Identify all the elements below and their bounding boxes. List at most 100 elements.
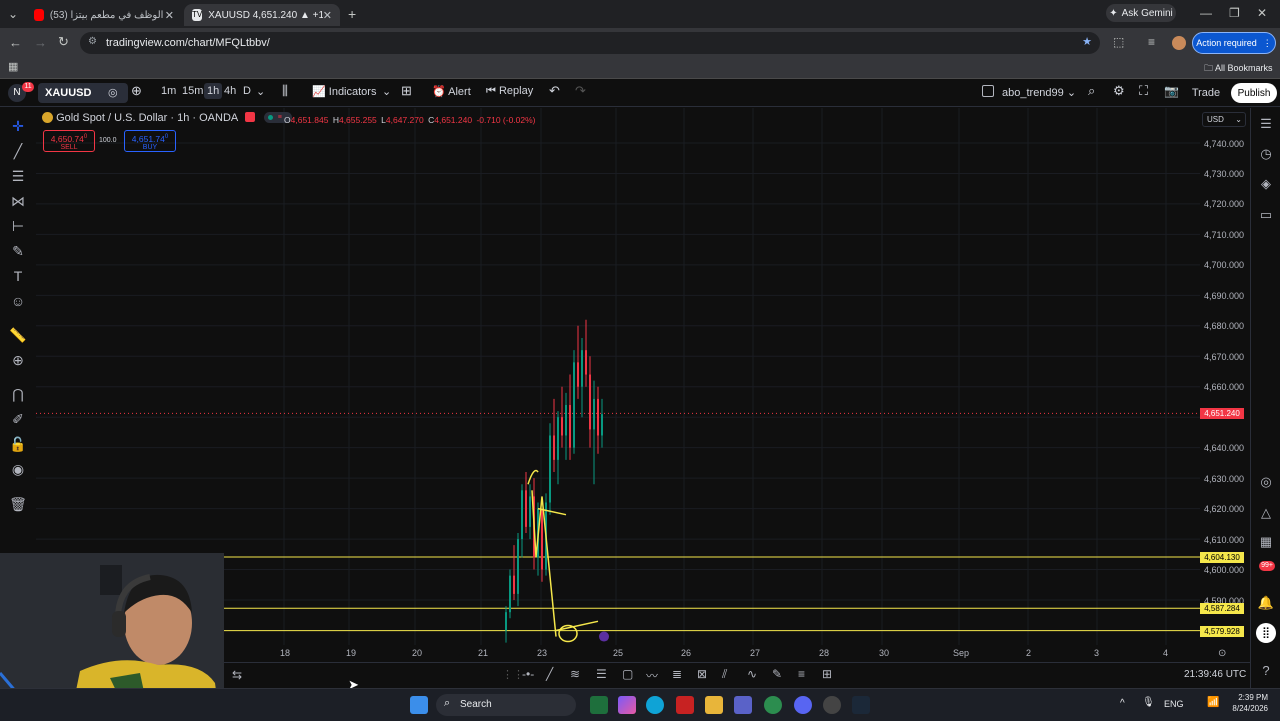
windows-start-icon[interactable]: [410, 696, 428, 714]
horizontal-line-icon[interactable]: ☰: [596, 667, 607, 681]
profile-avatar[interactable]: [1172, 36, 1186, 50]
interval-1h[interactable]: 1h: [204, 83, 223, 99]
triangle-icon[interactable]: △: [1256, 503, 1276, 523]
media-icon[interactable]: ≡: [1148, 35, 1155, 49]
text-icon[interactable]: T: [8, 266, 28, 286]
bell-icon[interactable]: 🔔: [1256, 593, 1276, 613]
axis-settings-icon[interactable]: ⊙: [1218, 648, 1226, 659]
pattern-icon[interactable]: ∿: [747, 667, 757, 681]
eye-icon[interactable]: ◉: [8, 459, 28, 479]
currency-select[interactable]: USD ⌄: [1202, 112, 1246, 127]
interval-15m[interactable]: 15m: [182, 85, 203, 97]
buy-button[interactable]: 4,651.740 BUY: [124, 130, 176, 152]
pattern-icon[interactable]: ⋈: [8, 191, 28, 211]
drag-handle-icon[interactable]: ⋮⋮: [502, 668, 524, 681]
steam-icon[interactable]: [852, 696, 870, 714]
bookmark-star-icon[interactable]: ★: [1082, 35, 1092, 48]
quick-search-icon[interactable]: ⌕: [1088, 83, 1095, 99]
price-axis[interactable]: USD ⌄ 4,740.000 4,730.000 4,720.000 4,710…: [1200, 108, 1250, 645]
edge-icon[interactable]: [646, 696, 664, 714]
apps-grid-icon[interactable]: ▦: [8, 60, 18, 73]
language-indicator[interactable]: ENG: [1164, 699, 1184, 709]
target-icon[interactable]: ◎: [1256, 472, 1276, 492]
trend-line-icon[interactable]: ╱: [8, 141, 28, 161]
close-icon[interactable]: ✕: [323, 9, 332, 22]
indicators-button[interactable]: 📈 Indicators: [312, 85, 376, 98]
url-field[interactable]: ⚙ tradingview.com/chart/MFQLtbbv/ ★: [80, 32, 1100, 54]
ruler-icon[interactable]: 📏: [8, 325, 28, 345]
time-axis[interactable]: 18 19 20 21 23 25 26 27 28 30 Sep 2 3 4 …: [224, 645, 1250, 661]
reload-icon[interactable]: ↻: [58, 34, 69, 50]
camera-icon[interactable]: 📷: [1164, 84, 1179, 98]
utc-clock[interactable]: 21:39:46 UTC: [1184, 669, 1246, 680]
parallel-channel-icon[interactable]: ≋: [570, 667, 580, 681]
back-icon[interactable]: ←: [9, 35, 22, 50]
add-symbol-icon[interactable]: ⊕: [131, 83, 142, 99]
layout-name-button[interactable]: abo_trend99 ⌄: [982, 85, 1076, 99]
tray-chevron-icon[interactable]: ^: [1120, 698, 1125, 709]
chevron-down-icon[interactable]: ⌄: [256, 85, 265, 98]
tab-search-icon[interactable]: ⌄: [8, 7, 18, 21]
alerts-clock-icon[interactable]: ◷: [1256, 144, 1276, 164]
crosshair-icon[interactable]: ✛: [8, 116, 28, 136]
layers-icon[interactable]: ◈: [1256, 174, 1276, 194]
interval-d[interactable]: D: [243, 85, 251, 97]
gann-icon[interactable]: ⊠: [697, 667, 707, 681]
path-icon[interactable]: 〰: [646, 667, 658, 684]
magnet-icon[interactable]: ⋂: [8, 384, 28, 404]
interval-1m[interactable]: 1m: [161, 85, 176, 97]
publish-button[interactable]: Publish: [1231, 83, 1277, 103]
brush-icon[interactable]: ✎: [772, 667, 782, 681]
interval-4h[interactable]: 4h: [224, 85, 236, 97]
watchlist-icon[interactable]: ☰: [1256, 114, 1276, 134]
symbol-search-button[interactable]: XAUUSD ◎: [38, 83, 128, 103]
new-tab-button[interactable]: +: [348, 6, 356, 22]
grid-icon[interactable]: ⊞: [822, 667, 832, 681]
site-info-icon[interactable]: ⚙: [88, 36, 97, 47]
candle-style-icon[interactable]: ⫼: [282, 83, 288, 99]
settings-gear-icon[interactable]: ⚙: [1113, 83, 1125, 99]
lock-icon[interactable]: 🔓: [8, 434, 28, 454]
emoji-icon[interactable]: ☺: [8, 291, 28, 311]
layouts-grid-icon[interactable]: ⊞: [401, 83, 412, 99]
copilot-icon[interactable]: [618, 696, 636, 714]
undo-icon[interactable]: ↶: [549, 83, 560, 99]
teams-icon[interactable]: [734, 696, 752, 714]
zoom-in-icon[interactable]: ⊕: [8, 350, 28, 370]
trade-button[interactable]: Trade: [1186, 83, 1226, 103]
chevron-down-icon[interactable]: ⌄: [382, 85, 391, 98]
forecast-icon[interactable]: ⊢: [8, 216, 28, 236]
maximize-icon[interactable]: ❐: [1229, 6, 1240, 20]
microphone-icon[interactable]: 🎙: [1142, 697, 1155, 708]
brush-icon[interactable]: ✎: [8, 241, 28, 261]
redo-icon[interactable]: ↷: [575, 83, 586, 99]
flag-icon[interactable]: [244, 112, 255, 122]
help-icon[interactable]: ?: [1256, 661, 1276, 681]
extensions-icon[interactable]: ⬚: [1113, 35, 1124, 49]
file-explorer-icon[interactable]: [705, 696, 723, 714]
fullscreen-icon[interactable]: ⛶: [1139, 83, 1148, 99]
close-window-icon[interactable]: ✕: [1257, 6, 1267, 20]
tab-tradingview[interactable]: TV XAUUSD 4,651.240 ▲ +1.05% ✕: [184, 4, 340, 26]
compare-icon[interactable]: ◎: [108, 86, 118, 99]
fib-icon[interactable]: ☰: [8, 166, 28, 186]
horizontal-ray-icon[interactable]: -•-: [522, 667, 534, 681]
trash-icon[interactable]: 🗑: [8, 494, 28, 514]
sell-button[interactable]: 4,650.740 SELL: [43, 130, 95, 152]
calendar-icon[interactable]: ▦: [1256, 532, 1276, 552]
date-range-icon[interactable]: ⇆: [232, 668, 242, 682]
fib-retracement-icon[interactable]: ≣: [672, 667, 682, 681]
app-icon[interactable]: [590, 696, 608, 714]
trend-line-icon[interactable]: ╱: [546, 667, 553, 681]
ask-gemini-button[interactable]: ✦ Ask Gemini: [1106, 4, 1176, 22]
chrome-icon[interactable]: [764, 696, 782, 714]
replay-button[interactable]: ⏮ Replay: [486, 85, 533, 98]
chat-icon[interactable]: ▭: [1256, 205, 1276, 225]
wifi-icon[interactable]: 📶: [1207, 697, 1219, 708]
discord-icon[interactable]: [794, 696, 812, 714]
forward-icon[interactable]: →: [34, 35, 47, 50]
close-icon[interactable]: ✕: [165, 9, 174, 22]
tab-youtube[interactable]: (53) عندما الوظف في مطعم بيتزا ✕: [26, 4, 182, 26]
taskbar-clock[interactable]: 2:39 PM 8/24/2026: [1228, 692, 1268, 714]
acrobat-icon[interactable]: [676, 696, 694, 714]
